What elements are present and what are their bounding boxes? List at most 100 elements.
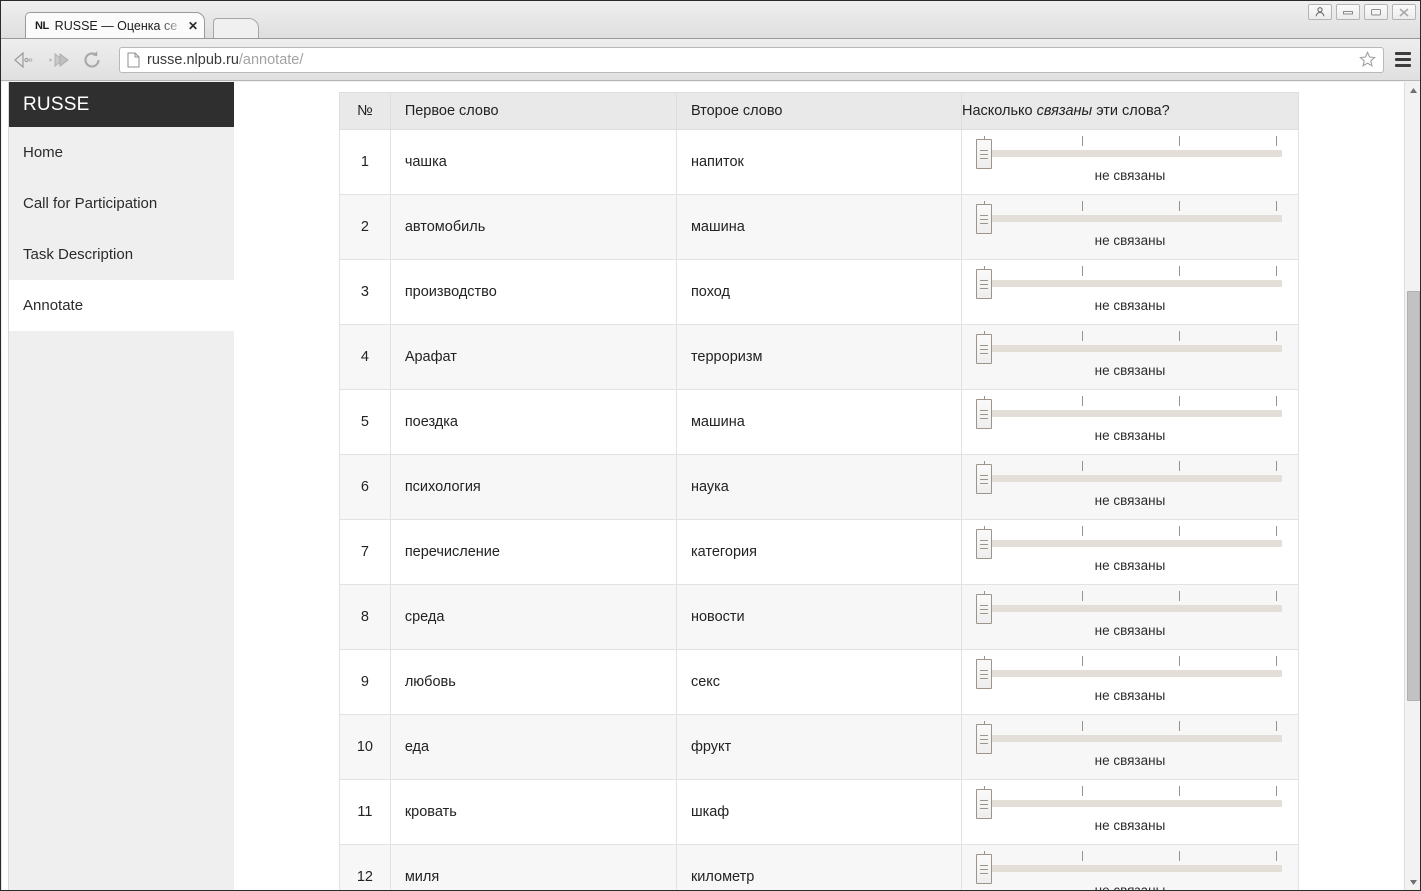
slider-handle[interactable]: [975, 334, 992, 364]
slider-handle[interactable]: [975, 594, 992, 624]
sidebar-item-label: Call for Participation: [23, 195, 158, 212]
reload-icon[interactable]: [77, 45, 107, 75]
slider-tick: [1178, 591, 1180, 601]
profile-icon[interactable]: [1308, 4, 1332, 20]
slider-track[interactable]: [983, 215, 1282, 222]
window-close-icon[interactable]: [1392, 4, 1416, 20]
window-controls: [1308, 4, 1416, 20]
slider-tick: [1178, 331, 1180, 341]
cell-first-word: среда: [389, 584, 677, 650]
cell-second-word: машина: [675, 389, 962, 455]
slider-track[interactable]: [983, 865, 1282, 872]
slider-ticks: [962, 461, 1298, 472]
cell-first-word: перечисление: [389, 519, 677, 585]
slider-handle[interactable]: [975, 399, 992, 429]
slider-grip-line: [979, 742, 988, 744]
slider-handle[interactable]: [975, 724, 992, 754]
relatedness-slider-widget[interactable]: не связаны: [962, 195, 1298, 259]
slider-track[interactable]: [983, 280, 1282, 287]
hamburger-menu-icon[interactable]: [1390, 45, 1416, 75]
slider-track[interactable]: [983, 735, 1282, 742]
cell-first-word: миля: [389, 844, 677, 890]
sidebar-brand[interactable]: RUSSE: [9, 82, 234, 127]
slider-track[interactable]: [983, 410, 1282, 417]
address-bar-text: russe.nlpub.ru/annotate/: [147, 52, 1357, 68]
relatedness-slider-widget[interactable]: не связаны: [962, 650, 1298, 714]
scrollbar-up-arrow-icon[interactable]: [1405, 82, 1420, 99]
slider-track[interactable]: [983, 345, 1282, 352]
browser-window: NL RUSSE — Оценка се ✕ russe.nlpub.ru/an…: [0, 0, 1421, 891]
slider-tick: [1178, 721, 1180, 731]
cell-rating: не связаны: [960, 129, 1300, 195]
minimize-icon[interactable]: [1336, 4, 1360, 20]
slider-value-label: не связаны: [1094, 363, 1166, 378]
relatedness-slider-widget[interactable]: не связаны: [962, 715, 1298, 779]
slider-grip-line: [979, 669, 988, 671]
relatedness-slider-widget[interactable]: не связаны: [962, 325, 1298, 389]
cell-first-word: Арафат: [389, 324, 677, 390]
slider-handle[interactable]: [975, 789, 992, 819]
slider-tick: [1275, 136, 1277, 146]
slider-track[interactable]: [983, 475, 1282, 482]
relatedness-slider-widget[interactable]: не связаны: [962, 260, 1298, 324]
relatedness-slider-widget[interactable]: не связаны: [962, 585, 1298, 649]
slider-handle[interactable]: [975, 204, 992, 234]
slider-handle[interactable]: [975, 659, 992, 689]
slider-track[interactable]: [983, 150, 1282, 157]
slider-tick: [1178, 851, 1180, 861]
slider-tick: [1178, 201, 1180, 211]
table-body: 1 чашка напиток не связаны 2 автомобиль машина…: [339, 129, 1300, 890]
address-bar[interactable]: russe.nlpub.ru/annotate/: [119, 46, 1384, 73]
slider-track[interactable]: [983, 540, 1282, 547]
slider-track[interactable]: [983, 605, 1282, 612]
table-head: № Первое слово Второе слово Насколько св…: [339, 92, 1300, 130]
slider-handle[interactable]: [975, 139, 992, 169]
scrollbar-down-arrow-icon[interactable]: [1405, 874, 1420, 890]
cell-second-word: секс: [675, 649, 962, 715]
slider-tick: [1081, 136, 1083, 146]
sidebar-item-home[interactable]: Home: [9, 127, 234, 178]
page-scrollbar[interactable]: [1404, 82, 1420, 890]
browser-tab[interactable]: NL RUSSE — Оценка се ✕: [25, 12, 205, 39]
back-arrow-icon[interactable]: [9, 45, 39, 75]
cell-rating: не связаны: [960, 519, 1300, 585]
cell-rating: не связаны: [960, 324, 1300, 390]
slider-handle[interactable]: [975, 529, 992, 559]
row-number: 1: [339, 129, 391, 195]
menu-line: [1395, 64, 1411, 67]
relatedness-slider-widget[interactable]: не связаны: [962, 130, 1298, 194]
relatedness-slider-widget[interactable]: не связаны: [962, 455, 1298, 519]
relatedness-slider-widget[interactable]: не связаны: [962, 390, 1298, 454]
relatedness-slider-widget[interactable]: не связаны: [962, 845, 1298, 890]
relatedness-slider-widget[interactable]: не связаны: [962, 520, 1298, 584]
cell-first-word: чашка: [389, 129, 677, 195]
new-tab-button[interactable]: [213, 18, 259, 39]
maximize-icon[interactable]: [1364, 4, 1388, 20]
cell-second-word: километр: [675, 844, 962, 890]
tab-close-icon[interactable]: ✕: [188, 19, 198, 33]
sidebar-item-task-description[interactable]: Task Description: [9, 229, 234, 280]
annotation-table: № Первое слово Второе слово Насколько св…: [339, 92, 1300, 890]
slider-value-label: не связаны: [1094, 233, 1166, 248]
slider-tick: [1275, 526, 1277, 536]
cell-second-word: напиток: [675, 129, 962, 195]
slider-handle[interactable]: [975, 854, 992, 884]
slider-tick: [1178, 136, 1180, 146]
star-icon[interactable]: [1357, 50, 1377, 70]
scrollbar-thumb[interactable]: [1407, 291, 1420, 701]
forward-arrow-icon[interactable]: [43, 45, 73, 75]
slider-grip-line: [979, 604, 988, 606]
sidebar-item-call-for-participation[interactable]: Call for Participation: [9, 178, 234, 229]
slider-tick: [1275, 786, 1277, 796]
slider-ticks: [962, 201, 1298, 212]
relatedness-slider-widget[interactable]: не связаны: [962, 780, 1298, 844]
slider-handle[interactable]: [975, 269, 992, 299]
slider-grip-line: [979, 799, 988, 801]
slider-handle[interactable]: [975, 464, 992, 494]
slider-track[interactable]: [983, 670, 1282, 677]
slider-grip-line: [979, 287, 988, 289]
slider-grip-line: [979, 734, 988, 736]
url-host: russe.nlpub.ru: [147, 51, 239, 68]
slider-track[interactable]: [983, 800, 1282, 807]
sidebar-item-annotate[interactable]: Annotate: [9, 280, 234, 331]
